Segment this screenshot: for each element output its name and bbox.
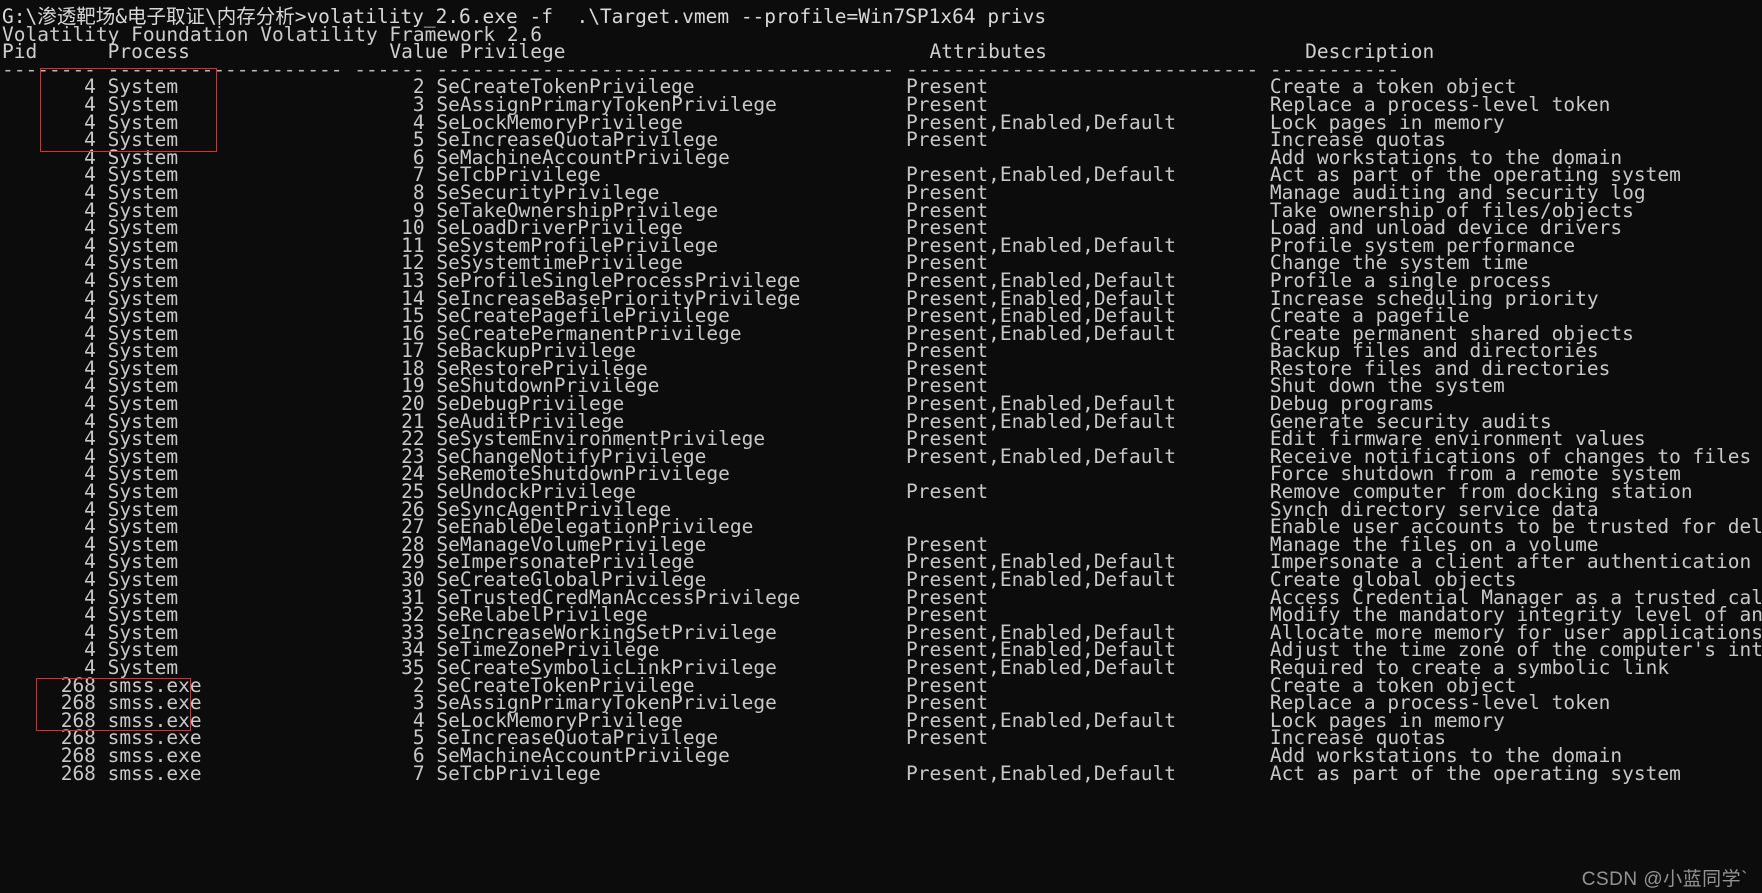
privilege-table-body: 4 System 2 SeCreateTokenPrivilege Presen… — [2, 77, 1762, 785]
terminal-window[interactable]: G:\渗透靶场&电子取证\内存分析>volatility_2.6.exe -f … — [0, 0, 1762, 893]
table-row: 268 smss.exe 7 SeTcbPrivilege Present,En… — [2, 761, 1681, 785]
csdn-watermark: CSDN @小蓝同学` — [1581, 869, 1748, 891]
